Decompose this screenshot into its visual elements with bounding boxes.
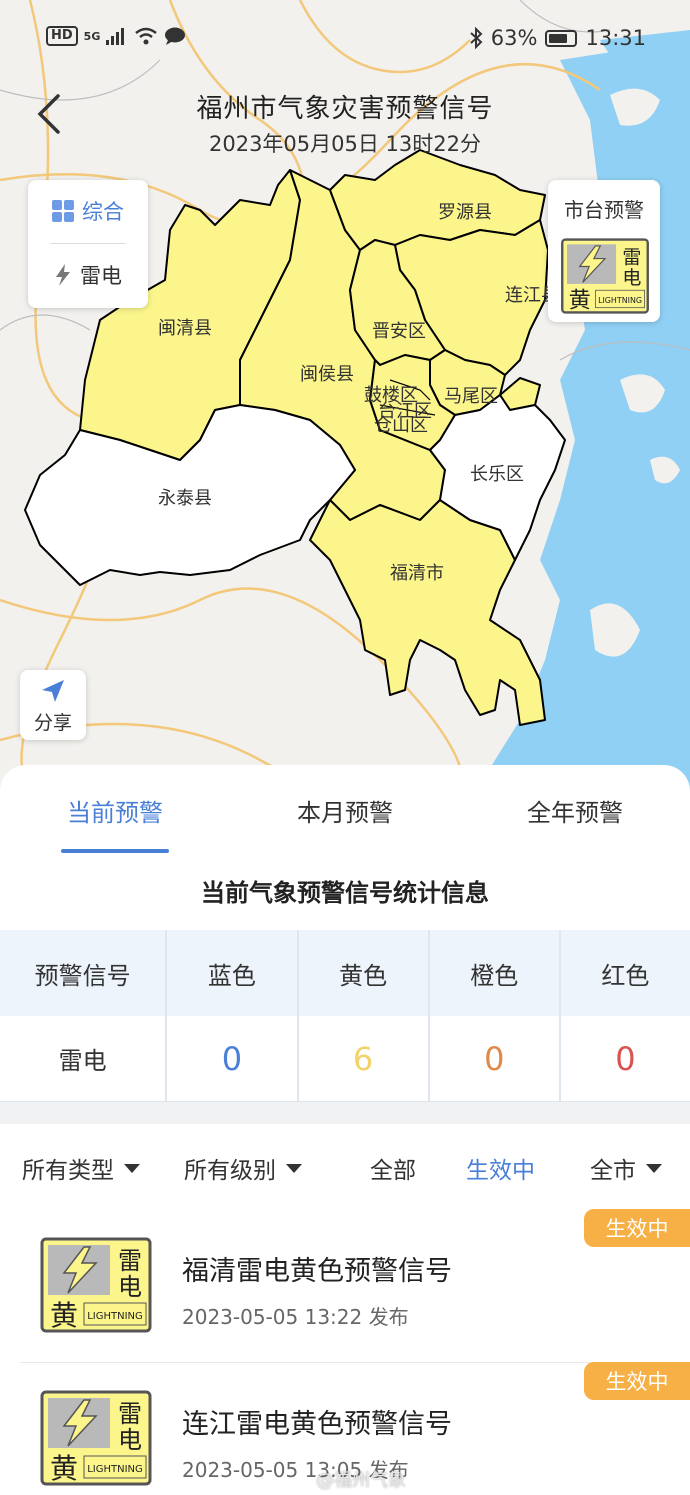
filter-bar: 所有类型 所有级别 全部 生效中 全市	[0, 1145, 690, 1189]
map-label-yongtai: 永泰县	[158, 488, 212, 509]
battery-icon	[545, 29, 578, 47]
grid-icon	[52, 200, 74, 222]
map-label-fuqing: 福清市	[390, 563, 444, 584]
stats-blue-count: 0	[167, 1016, 299, 1101]
status-bar: HD 5G 63% 13:31	[0, 0, 690, 78]
tab-current[interactable]: 当前预警	[35, 793, 195, 828]
layer-item-label: 综合	[82, 200, 124, 224]
svg-text:电: 电	[118, 1426, 142, 1454]
svg-text:黄: 黄	[569, 288, 591, 314]
signal-icon	[106, 28, 125, 45]
caret-down-icon	[124, 1163, 140, 1173]
section-divider	[0, 1102, 690, 1124]
lightning-yellow-signal-icon: 雷 电 黄 LIGHTNING	[40, 1237, 152, 1333]
status-right: 63% 13:31	[469, 26, 646, 50]
city-warning-card[interactable]: 市台预警 雷 电 黄 LIGHTNING	[548, 180, 660, 322]
tab-month[interactable]: 本月预警	[265, 793, 425, 828]
map-label-jinan: 晋安区	[372, 321, 426, 342]
stats-title: 当前气象预警信号统计信息	[201, 879, 489, 907]
layer-item-lightning[interactable]: 雷电	[28, 244, 148, 306]
stats-type-cell: 雷电	[0, 1016, 168, 1101]
filter-active[interactable]: 生效中	[466, 1151, 535, 1185]
stats-header-row: 预警信号 蓝色 黄色 橙色 红色	[0, 930, 690, 1016]
page-subtitle: 2023年05月05日 13时22分	[208, 132, 481, 156]
stats-orange-count: 0	[430, 1016, 561, 1101]
battery-percent: 63%	[490, 26, 538, 50]
send-icon	[42, 680, 64, 702]
status-left: HD 5G	[46, 26, 186, 46]
bluetooth-icon	[470, 27, 483, 49]
svg-text:LIGHTNING: LIGHTNING	[598, 296, 642, 305]
svg-text:电: 电	[118, 1273, 142, 1301]
message-icon	[165, 27, 186, 45]
svg-text:雷: 雷	[118, 1247, 142, 1275]
map-label-minhou: 闽侯县	[300, 364, 354, 385]
map-label-minqing: 闽清县	[158, 318, 212, 339]
filter-type-dropdown[interactable]: 所有类型	[22, 1151, 140, 1185]
map-label-changle: 长乐区	[470, 464, 524, 485]
bottom-sheet: 当前预警 本月预警 全年预警 当前气象预警信号统计信息 预警信号 蓝色 黄色 橙…	[0, 765, 690, 1495]
stats-red-count: 0	[615, 1039, 636, 1078]
caret-down-icon	[646, 1163, 662, 1173]
stats-data-row: 雷电 0 6 0 0	[0, 1016, 690, 1102]
filter-region-dropdown[interactable]: 全市	[590, 1151, 662, 1185]
filter-all[interactable]: 全部	[370, 1151, 416, 1185]
svg-text:雷: 雷	[622, 246, 641, 268]
stats-header-cell: 预警信号	[0, 930, 168, 1016]
svg-text:雷: 雷	[118, 1400, 142, 1428]
warning-list-item[interactable]: 生效中 雷 电 黄 LIGHTNING 福清雷电黄色预警信号 2023-05-0…	[0, 1209, 690, 1361]
tab-bar: 当前预警 本月预警 全年预警	[0, 765, 690, 855]
filter-type-label: 所有类型	[22, 1158, 114, 1184]
map-label-cangshan: 仓山区	[374, 415, 428, 436]
lightning-yellow-signal-icon: 雷 电 黄 LIGHTNING	[561, 238, 649, 314]
page-title: 福州市气象灾害预警信号	[196, 94, 494, 124]
lightning-yellow-signal-icon: 雷 电 黄 LIGHTNING	[40, 1390, 152, 1486]
svg-text:黄: 黄	[50, 1299, 78, 1332]
map-view[interactable]: 罗源县 连江县 闽清县 晋安区 闽侯县 鼓楼区 马尾区 台江区 仓山区 长乐区 …	[0, 0, 690, 800]
tab-year[interactable]: 全年预警	[495, 793, 655, 828]
lightning-icon	[56, 264, 70, 286]
map-label-mawei: 马尾区	[444, 386, 498, 407]
warning-name: 福清雷电黄色预警信号	[182, 1256, 452, 1287]
filter-region-label: 全市	[590, 1158, 636, 1184]
warning-name: 连江雷电黄色预警信号	[182, 1409, 452, 1440]
wifi-icon	[135, 27, 158, 45]
status-badge: 生效中	[584, 1362, 690, 1400]
svg-text:LIGHTNING: LIGHTNING	[87, 1311, 143, 1322]
stats-table: 预警信号 蓝色 黄色 橙色 红色 雷电 0 6 0 0	[0, 930, 690, 1102]
layer-panel: 综合 雷电	[28, 180, 148, 308]
stats-header-cell: 红色	[601, 961, 650, 990]
stats-header-cell: 橙色	[430, 930, 561, 1016]
city-warning-label: 市台预警	[564, 198, 644, 222]
tab-active-indicator	[61, 849, 169, 853]
svg-text:黄: 黄	[50, 1452, 78, 1485]
clock: 13:31	[585, 26, 646, 50]
network-type: 5G	[83, 29, 101, 43]
layer-item-label: 雷电	[80, 264, 122, 288]
hd-icon: HD	[46, 26, 78, 46]
watermark: @福州气象	[316, 1470, 406, 1491]
status-badge: 生效中	[584, 1209, 690, 1247]
layer-item-composite[interactable]: 综合	[28, 180, 148, 242]
svg-text:LIGHTNING: LIGHTNING	[87, 1464, 143, 1475]
warning-time: 2023-05-05 13:22 发布	[182, 1305, 409, 1329]
map-label-luoyuan: 罗源县	[438, 202, 492, 223]
caret-down-icon	[286, 1163, 302, 1173]
filter-level-dropdown[interactable]: 所有级别	[184, 1151, 302, 1185]
filter-level-label: 所有级别	[184, 1158, 276, 1184]
svg-text:电: 电	[622, 267, 641, 289]
stats-header-cell: 蓝色	[167, 930, 299, 1016]
share-label: 分享	[33, 712, 72, 734]
stats-header-cell: 黄色	[299, 930, 430, 1016]
share-button[interactable]: 分享	[20, 670, 86, 740]
stats-yellow-count: 6	[299, 1016, 430, 1101]
